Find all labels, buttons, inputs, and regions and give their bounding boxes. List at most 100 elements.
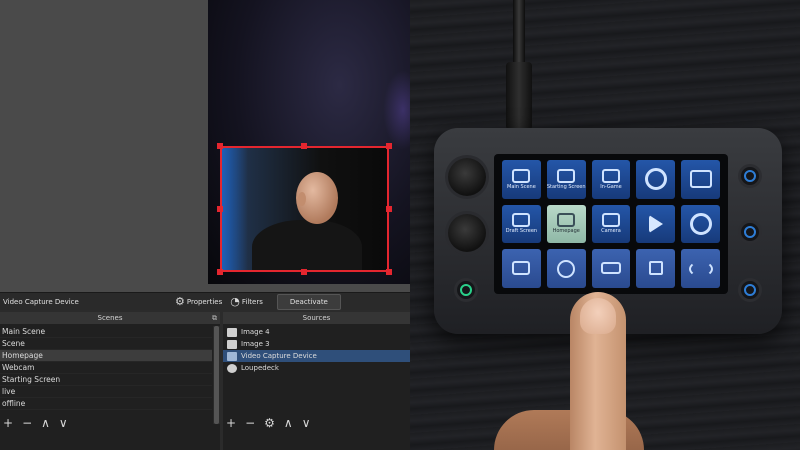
scene-item[interactable]: offline	[0, 398, 212, 410]
round-button	[738, 220, 762, 244]
key-screen	[502, 249, 541, 288]
screen-icon	[512, 261, 531, 276]
scrollbar-thumb[interactable]	[214, 326, 219, 424]
key-coin	[546, 249, 586, 288]
key-record	[681, 204, 720, 244]
scene-icon	[557, 213, 576, 228]
blue-backlight	[222, 148, 248, 270]
sources-list: Image 4 Image 3 Video Capture Device Lou…	[223, 326, 410, 424]
source-item-label: Video Capture Device	[241, 352, 317, 360]
source-item[interactable]: Image 3	[223, 338, 410, 350]
key-label: Camera	[601, 228, 621, 235]
resize-handle-br[interactable]	[386, 269, 392, 275]
loupedeck-photo: Main Scene Starting Screen In-Game Draft…	[410, 0, 800, 450]
key-playstation	[636, 249, 676, 288]
ring-icon	[744, 226, 756, 238]
source-item-label: Image 3	[241, 340, 270, 348]
sources-footer: + − ⚙ ∧ ∨	[223, 416, 410, 430]
globe-icon	[227, 363, 237, 373]
source-item[interactable]: Loupedeck	[223, 362, 410, 374]
key-camera: Camera	[591, 204, 631, 244]
key-label: Starting Screen	[546, 183, 586, 190]
scene-item[interactable]: Webcam	[0, 362, 212, 374]
scene-icon	[601, 168, 620, 183]
key-grid-monitor	[681, 160, 720, 199]
key-label: Main Scene	[507, 183, 536, 190]
loupedeck-touchscreen: Main Scene Starting Screen In-Game Draft…	[494, 154, 728, 294]
resize-handle-bl[interactable]	[217, 269, 223, 275]
resize-handle-ml[interactable]	[217, 206, 223, 212]
key-main-scene: Main Scene	[502, 160, 541, 199]
ring-icon	[744, 284, 756, 296]
scene-item[interactable]: Scene	[0, 338, 212, 350]
source-item-label: Image 4	[241, 328, 270, 336]
selected-source-name: Video Capture Device	[3, 297, 79, 306]
sources-dock-title: Sources	[302, 314, 331, 322]
move-up-icon[interactable]: ∧	[284, 417, 293, 429]
filters-label: Filters	[241, 297, 263, 306]
undock-icon[interactable]: ⧉	[212, 312, 217, 324]
broadcast-icon	[688, 260, 713, 277]
scenes-footer: + − ∧ ∨	[0, 416, 220, 430]
ring-icon	[744, 170, 756, 182]
remove-source-icon[interactable]: −	[245, 417, 255, 429]
resize-handle-bm[interactable]	[301, 269, 307, 275]
camera-icon	[227, 351, 237, 361]
dial-knob	[448, 214, 486, 252]
grid-monitor-icon	[689, 169, 712, 188]
preview-canvas[interactable]	[0, 0, 410, 292]
round-button	[738, 278, 762, 302]
key-label: In-Game	[600, 183, 622, 190]
filters-button[interactable]: ◔ Filters	[230, 296, 263, 307]
source-item-selected[interactable]: Video Capture Device	[223, 350, 410, 362]
key-label: Homepage	[552, 228, 580, 235]
key-in-game: In-Game	[591, 160, 631, 199]
resize-handle-mr[interactable]	[386, 206, 392, 212]
source-item-label: Loupedeck	[241, 364, 279, 372]
resize-handle-tl[interactable]	[217, 143, 223, 149]
scenes-dock-header: Scenes ⧉	[0, 312, 220, 324]
webcam-source-frame[interactable]	[220, 146, 389, 272]
add-scene-icon[interactable]: +	[3, 417, 13, 429]
key-broadcast	[681, 249, 720, 288]
key-starting-screen: Starting Screen	[546, 160, 586, 199]
resize-handle-tm[interactable]	[301, 143, 307, 149]
move-down-icon[interactable]: ∨	[302, 417, 311, 429]
properties-button[interactable]: ⚙ Properties	[175, 296, 222, 307]
scene-item[interactable]: Starting Screen	[0, 374, 212, 386]
round-button	[738, 164, 762, 188]
source-item[interactable]: Image 4	[223, 326, 410, 338]
dial-knob	[448, 158, 486, 196]
image-icon	[227, 339, 237, 349]
scene-icon	[512, 213, 531, 228]
scene-glow	[383, 70, 410, 150]
sources-dock: Sources Image 4 Image 3 Video Capture De…	[223, 312, 410, 450]
scene-icon	[601, 213, 620, 228]
scene-item[interactable]: live	[0, 386, 212, 398]
coin-icon	[557, 259, 576, 278]
source-settings-icon[interactable]: ⚙	[264, 417, 275, 429]
playstation-icon	[648, 261, 663, 276]
fingernail	[580, 298, 616, 334]
deactivate-button[interactable]: Deactivate	[276, 293, 341, 310]
source-toolbar: Video Capture Device ⚙ Properties ◔ Filt…	[0, 292, 410, 310]
move-up-icon[interactable]: ∧	[41, 417, 50, 429]
person-body	[252, 220, 362, 270]
obs-window: Video Capture Device ⚙ Properties ◔ Filt…	[0, 0, 410, 450]
add-source-icon[interactable]: +	[226, 417, 236, 429]
scene-item[interactable]: Main Scene	[0, 326, 212, 338]
move-down-icon[interactable]: ∨	[59, 417, 68, 429]
scenes-dock: Scenes ⧉ Main Scene Scene Homepage Webca…	[0, 312, 220, 450]
scene-icon	[557, 168, 576, 183]
person-ear	[298, 192, 306, 206]
sources-dock-header: Sources	[223, 312, 410, 324]
scenes-dock-title: Scenes	[97, 314, 123, 322]
scenes-scrollbar[interactable]	[213, 326, 220, 424]
gear-icon: ⚙	[175, 295, 185, 308]
ticket-icon	[600, 262, 621, 275]
resize-handle-tr[interactable]	[386, 143, 392, 149]
scene-item-selected[interactable]: Homepage	[0, 350, 212, 362]
remove-scene-icon[interactable]: −	[22, 417, 32, 429]
key-label: Draft Screen	[505, 228, 538, 235]
fast-forward-icon	[648, 214, 663, 233]
